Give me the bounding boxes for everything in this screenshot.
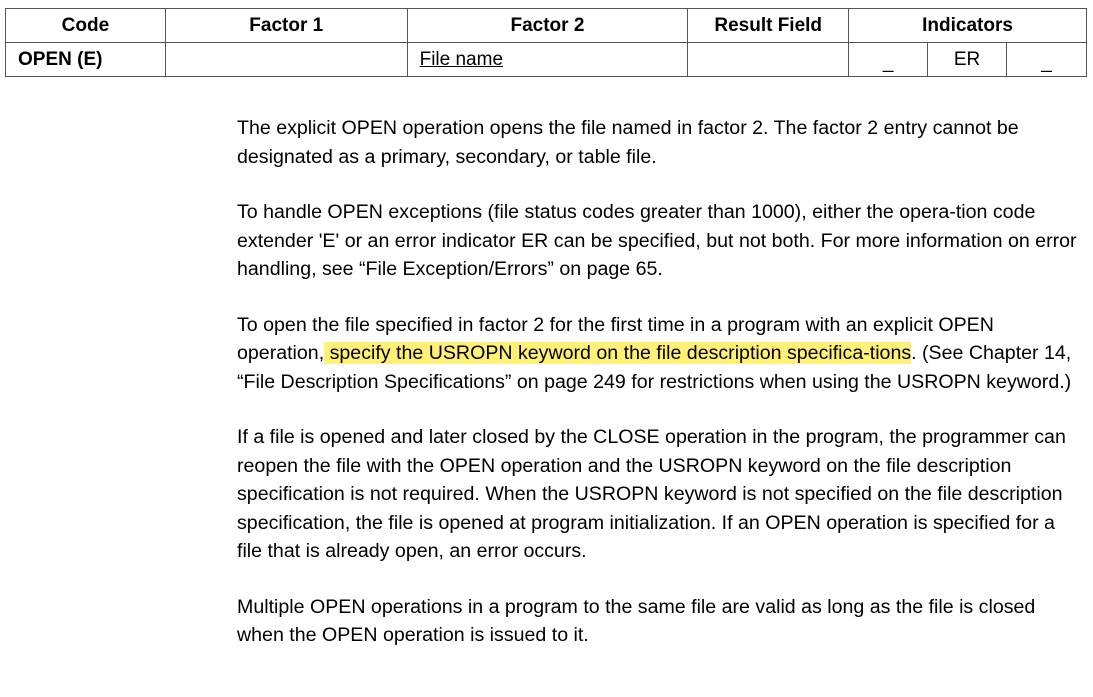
header-factor1: Factor 1 (164, 8, 408, 43)
header-indicators: Indicators (848, 8, 1087, 43)
description-body: The explicit OPEN operation opens the fi… (237, 114, 1085, 677)
paragraph-1: The explicit OPEN operation opens the fi… (237, 117, 1019, 168)
paragraph-4: If a file is opened and later closed by … (237, 426, 1066, 562)
table-row: OPEN (E) File name _ ER _ (5, 42, 1087, 77)
paragraph-5: Multiple OPEN operations in a program to… (237, 595, 1036, 647)
header-code: Code (5, 8, 166, 43)
cell-indicator-2: ER (927, 42, 1008, 77)
cell-factor2: File name (406, 42, 689, 77)
paragraph-2: To handle OPEN exceptions (file status c… (237, 201, 1077, 280)
cell-result-field (687, 42, 850, 77)
factor2-value: File name (419, 48, 504, 70)
table-header-row: Code Factor 1 Factor 2 Result Field Indi… (5, 8, 1087, 43)
paragraph-3: To open the file specified in factor 2 f… (237, 311, 1085, 397)
header-result-field: Result Field (687, 8, 850, 43)
cell-factor1 (164, 42, 408, 77)
header-factor2: Factor 2 (406, 8, 689, 43)
cell-indicator-1: _ (848, 42, 929, 77)
operation-table: Code Factor 1 Factor 2 Result Field Indi… (5, 8, 1087, 77)
highlighted-text: specify the USROPN keyword on the file d… (324, 342, 912, 364)
cell-code: OPEN (E) (5, 42, 166, 77)
cell-indicator-3: _ (1006, 42, 1087, 77)
